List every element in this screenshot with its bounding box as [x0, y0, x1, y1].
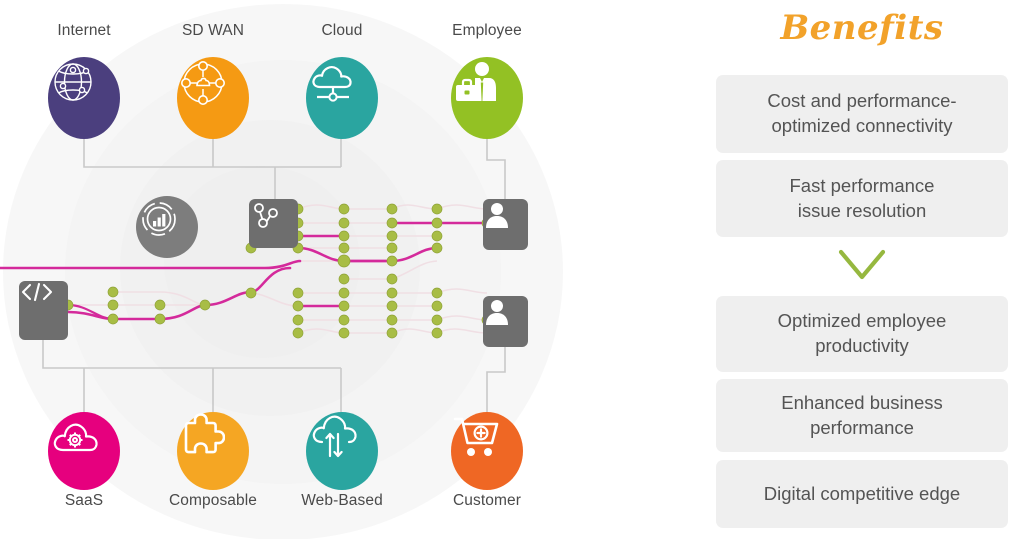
user-avatar-icon [483, 199, 528, 250]
code-brackets-icon [19, 281, 68, 340]
node-label-customer: Customer [453, 492, 521, 509]
node-label-webbased: Web-Based [301, 492, 383, 509]
benefit-card-5: Digital competitive edge [716, 460, 1008, 528]
benefit-card-3: Optimized employee productivity [716, 296, 1008, 372]
benefit-card-text: Cost and performance- optimized connecti… [767, 90, 957, 136]
businessperson-icon[interactable] [451, 57, 523, 139]
node-label-employee: Employee [452, 22, 522, 39]
globe-icon[interactable] [48, 57, 120, 139]
node-label-composable: Composable [168, 492, 258, 509]
benefit-card-2: Fast performance issue resolution [716, 160, 1008, 237]
benefits-panel: Benefits Cost and performance- optimized… [700, 0, 1024, 539]
network-router-icon [249, 199, 298, 248]
node-label-sdwan: SD WAN [181, 22, 245, 39]
benefit-card-1: Cost and performance- optimized connecti… [716, 75, 1008, 153]
infographic-root: Internet SD WAN Cloud Employee SaaS Comp… [0, 0, 1024, 539]
user-avatar-icon [483, 296, 528, 347]
chevron-down-icon [837, 246, 887, 289]
benefits-title: Benefits [780, 8, 944, 48]
node-label-saas: SaaS [64, 492, 104, 509]
benefit-card-text: Enhanced business performance [781, 391, 943, 438]
sdwan-mesh-icon[interactable] [177, 57, 249, 139]
benefit-card-text: Digital competitive edge [763, 482, 961, 504]
benefit-card-text: Fast performance issue resolution [789, 174, 935, 221]
node-label-internet: Internet [57, 22, 111, 39]
benefit-card-4: Enhanced business performance [716, 379, 1008, 452]
analytics-dial-icon [136, 196, 198, 258]
cloud-network-icon[interactable] [306, 57, 378, 139]
benefit-card-text: Optimized employee productivity [777, 310, 947, 356]
network-diagram: Internet SD WAN Cloud Employee SaaS Comp… [0, 0, 700, 539]
node-label-cloud: Cloud [321, 22, 363, 39]
cloud-gear-icon[interactable] [48, 412, 120, 490]
cloud-sync-icon[interactable] [306, 412, 378, 490]
puzzle-piece-icon[interactable] [177, 412, 249, 490]
shopping-cart-plus-icon[interactable] [451, 412, 523, 490]
